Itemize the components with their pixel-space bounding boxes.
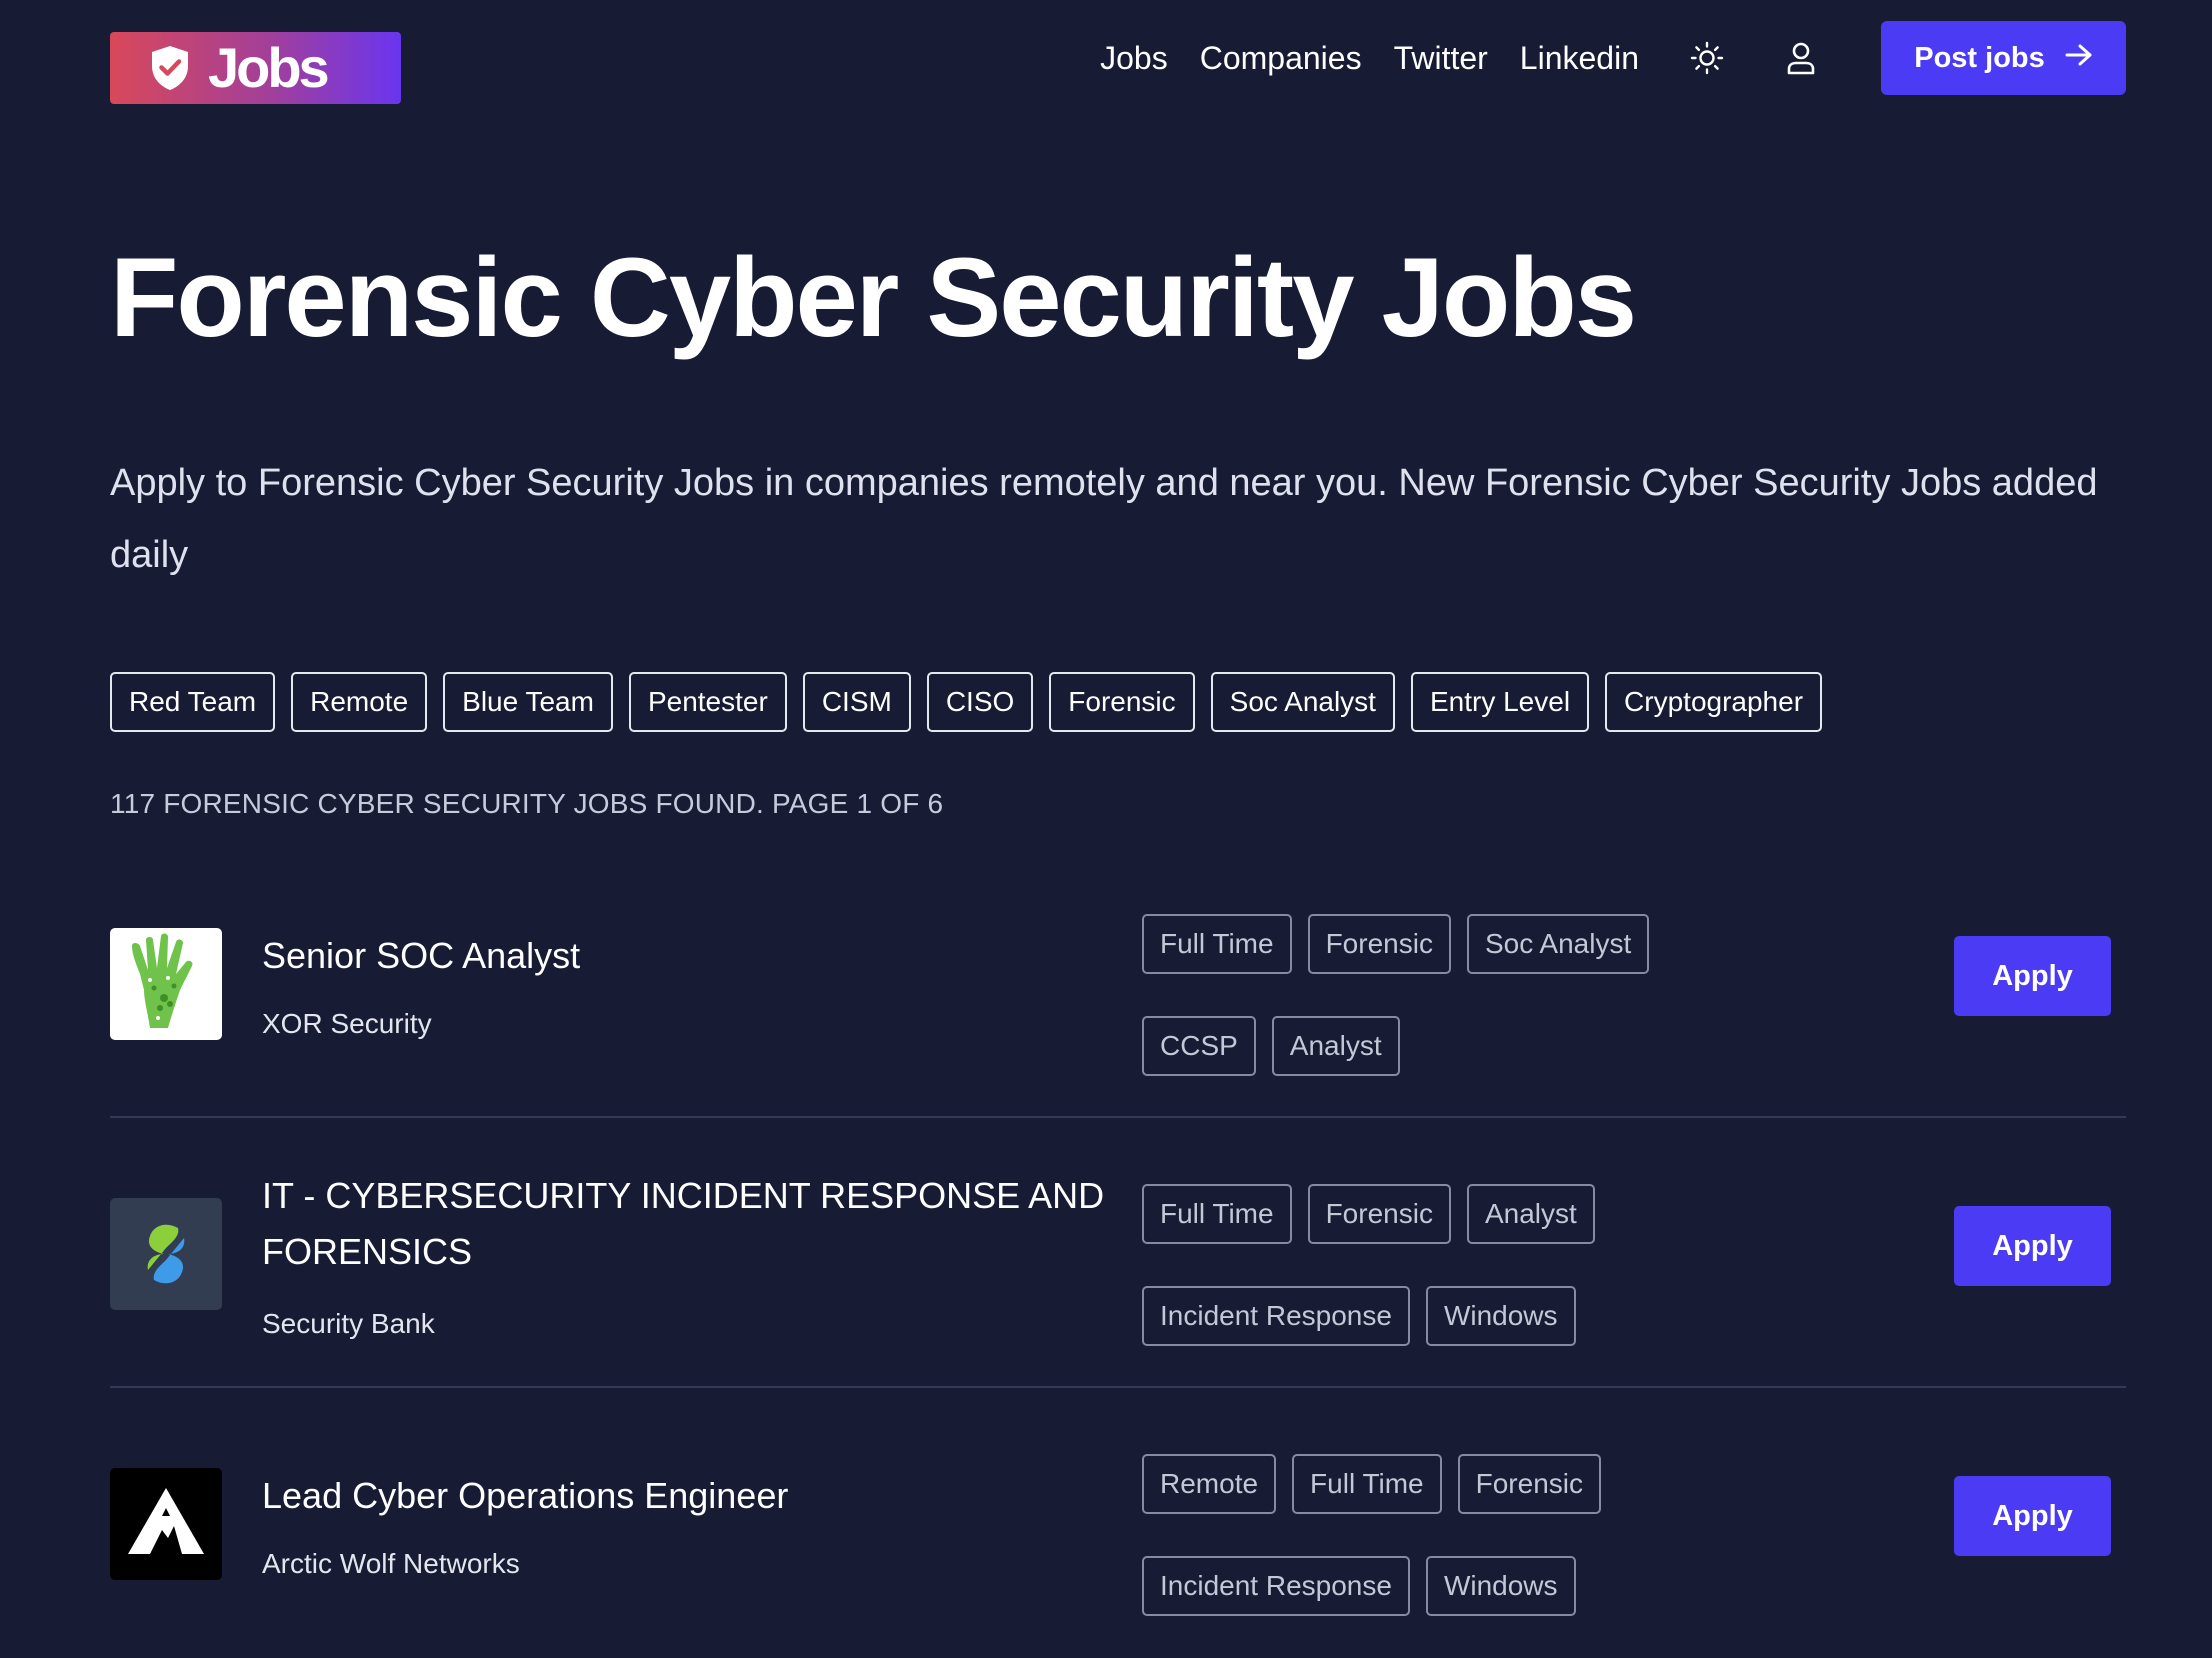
sun-icon[interactable] bbox=[1687, 38, 1727, 78]
job-listing: IT - CYBERSECURITY INCIDENT RESPONSE AND… bbox=[110, 1118, 2126, 1388]
job-tag[interactable]: Forensic bbox=[1457, 1454, 1601, 1514]
job-tags: Remote Full Time Forensic Incident Respo… bbox=[1142, 1454, 1762, 1616]
nav-link-companies[interactable]: Companies bbox=[1200, 42, 1362, 74]
job-title[interactable]: IT - CYBERSECURITY INCIDENT RESPONSE AND… bbox=[262, 1168, 1122, 1280]
filter-tag-soc-analyst[interactable]: Soc Analyst bbox=[1210, 672, 1395, 732]
job-tag[interactable]: CCSP bbox=[1142, 1016, 1256, 1076]
filter-tag-remote[interactable]: Remote bbox=[291, 672, 428, 732]
job-title[interactable]: Lead Cyber Operations Engineer bbox=[262, 1468, 1122, 1524]
filter-tag-pentester[interactable]: Pentester bbox=[628, 672, 787, 732]
company-name[interactable]: Arctic Wolf Networks bbox=[262, 1548, 520, 1580]
filter-tag-cism[interactable]: CISM bbox=[802, 672, 911, 732]
filter-tag-forensic[interactable]: Forensic bbox=[1049, 672, 1195, 732]
post-jobs-button[interactable]: Post jobs bbox=[1881, 21, 2126, 95]
job-listing: Lead Cyber Operations Engineer Arctic Wo… bbox=[110, 1388, 2126, 1658]
job-tags: Full Time Forensic Soc Analyst CCSP Anal… bbox=[1142, 914, 1762, 1076]
company-logo-arctic-wolf-networks[interactable] bbox=[110, 1468, 222, 1580]
site-header: Jobs Jobs Companies Twitter Linkedin Pos… bbox=[110, 0, 2126, 140]
page-subtitle: Apply to Forensic Cyber Security Jobs in… bbox=[110, 462, 2098, 576]
company-logo-security-bank[interactable] bbox=[110, 1198, 222, 1310]
page-title: Forensic Cyber Security Jobs bbox=[110, 235, 1637, 360]
apply-button[interactable]: Apply bbox=[1954, 1476, 2111, 1556]
nav-link-twitter[interactable]: Twitter bbox=[1394, 42, 1488, 74]
post-jobs-label: Post jobs bbox=[1914, 41, 2045, 74]
job-tag[interactable]: Full Time bbox=[1142, 914, 1292, 974]
filter-tag-entry-level[interactable]: Entry Level bbox=[1410, 672, 1590, 732]
job-listing: Senior SOC Analyst XOR Security Full Tim… bbox=[110, 848, 2126, 1118]
main-nav: Jobs Companies Twitter Linkedin Post job… bbox=[1100, 21, 2126, 95]
nav-link-jobs[interactable]: Jobs bbox=[1100, 42, 1168, 74]
page: Jobs Jobs Companies Twitter Linkedin Pos… bbox=[110, 0, 2126, 1616]
job-tag[interactable]: Analyst bbox=[1271, 1016, 1400, 1076]
filter-tag-blue-team[interactable]: Blue Team bbox=[443, 672, 613, 732]
apply-button[interactable]: Apply bbox=[1954, 936, 2111, 1016]
job-tag[interactable]: Forensic bbox=[1307, 1184, 1451, 1244]
nav-link-linkedin[interactable]: Linkedin bbox=[1520, 42, 1639, 74]
job-tag[interactable]: Incident Response bbox=[1142, 1286, 1410, 1346]
job-tags: Full Time Forensic Analyst Incident Resp… bbox=[1142, 1184, 1762, 1346]
logo-text: Jobs bbox=[208, 36, 330, 99]
filter-tag-red-team[interactable]: Red Team bbox=[110, 672, 276, 732]
job-tag[interactable]: Forensic bbox=[1307, 914, 1451, 974]
job-tag[interactable]: Analyst bbox=[1466, 1184, 1595, 1244]
filter-tags: Red Team Remote Blue Team Pentester CISM… bbox=[110, 672, 1838, 732]
filter-tag-ciso[interactable]: CISO bbox=[926, 672, 1034, 732]
job-title[interactable]: Senior SOC Analyst bbox=[262, 928, 1122, 984]
apply-button[interactable]: Apply bbox=[1954, 1206, 2111, 1286]
company-name[interactable]: Security Bank bbox=[262, 1308, 435, 1340]
company-name[interactable]: XOR Security bbox=[262, 1008, 432, 1040]
job-tag[interactable]: Windows bbox=[1425, 1556, 1576, 1616]
user-icon[interactable] bbox=[1781, 38, 1821, 78]
site-logo[interactable]: Jobs bbox=[110, 32, 401, 104]
job-tag[interactable]: Remote bbox=[1142, 1454, 1277, 1514]
job-tag[interactable]: Soc Analyst bbox=[1466, 914, 1650, 974]
company-logo-xor-security[interactable] bbox=[110, 928, 222, 1040]
results-summary: 117 Forensic Cyber Security Jobs found. … bbox=[110, 788, 944, 819]
job-tag[interactable]: Full Time bbox=[1292, 1454, 1442, 1514]
job-tag[interactable]: Full Time bbox=[1142, 1184, 1292, 1244]
filter-tag-cryptographer[interactable]: Cryptographer bbox=[1605, 672, 1823, 732]
job-tag[interactable]: Windows bbox=[1425, 1286, 1576, 1346]
arrow-right-icon bbox=[2045, 42, 2093, 75]
job-tag[interactable]: Incident Response bbox=[1142, 1556, 1410, 1616]
shield-check-icon bbox=[150, 45, 190, 91]
